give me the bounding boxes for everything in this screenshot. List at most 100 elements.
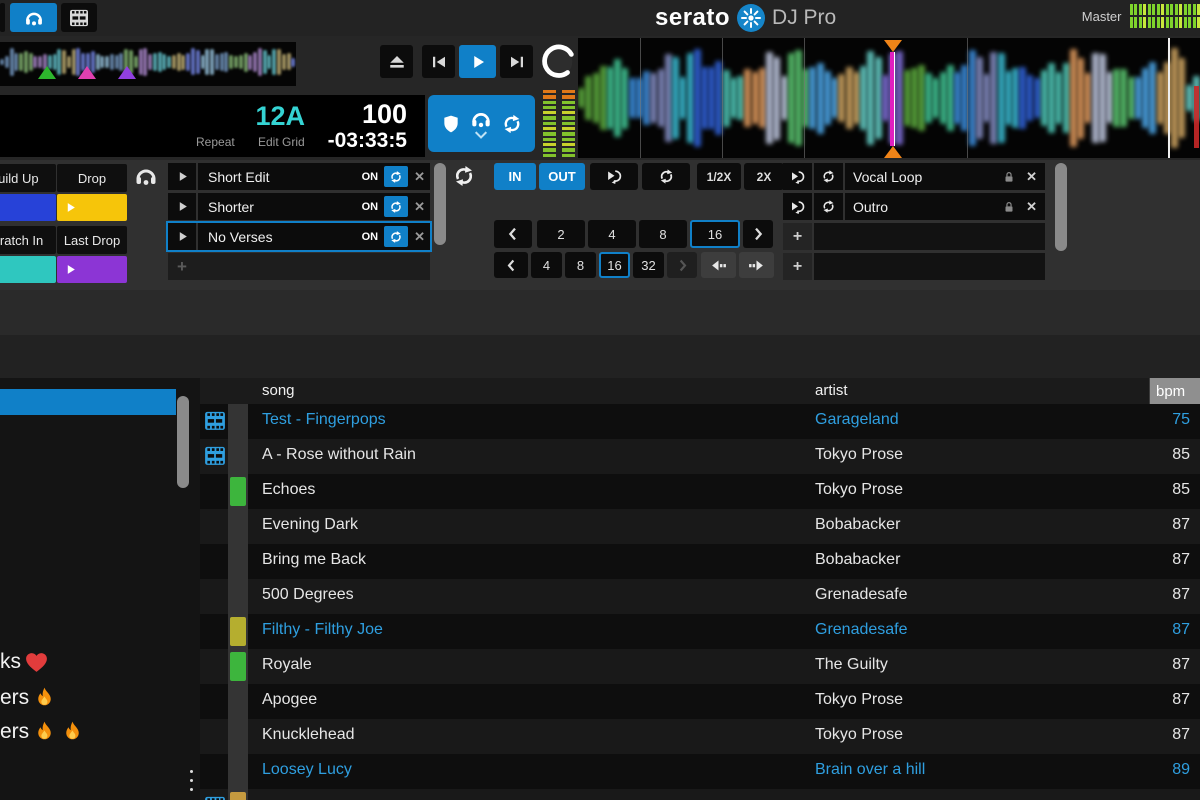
cue-monitor-control[interactable]	[470, 108, 492, 140]
table-row[interactable]: ApogeeTokyo Prose87	[200, 684, 1200, 719]
cue-pad-4[interactable]	[57, 256, 127, 283]
loop-slot-button[interactable]	[590, 163, 638, 190]
add-loop-button[interactable]: +	[783, 253, 812, 280]
loop-delete-button[interactable]: ✕	[414, 229, 425, 245]
beat-top-2[interactable]: 2	[537, 220, 585, 248]
beat-bottom-32[interactable]: 32	[633, 252, 664, 278]
loop-play-button[interactable]	[168, 223, 196, 250]
track-overview-waveform[interactable]	[0, 42, 296, 86]
table-row[interactable]	[200, 789, 1200, 800]
column-header-artist[interactable]: artist	[815, 382, 848, 399]
loop-sync-icon[interactable]	[452, 164, 476, 188]
cue-pad-1[interactable]	[0, 194, 56, 221]
crate-item[interactable]: ers	[0, 682, 57, 714]
loop-in-button[interactable]: IN	[494, 163, 536, 190]
table-row[interactable]: Loosey LucyBrain over a hill89	[200, 754, 1200, 789]
eject-button[interactable]	[380, 45, 413, 78]
column-header-bpm[interactable]: bpm	[1150, 378, 1200, 404]
beat-top-4[interactable]: 4	[588, 220, 636, 248]
color-tag-cell[interactable]	[228, 579, 248, 614]
table-row[interactable]: KnuckleheadTokyo Prose87	[200, 719, 1200, 754]
loop-delete-button[interactable]: ✕	[1026, 169, 1037, 185]
loop-sync-button[interactable]	[384, 226, 408, 247]
loop-out-button[interactable]: OUT	[539, 163, 585, 190]
video-toggle-button[interactable]	[61, 3, 97, 32]
play-loop-button[interactable]	[783, 193, 812, 220]
loop-double-button[interactable]: 2X	[744, 163, 784, 190]
crate-item[interactable]: ers	[0, 716, 85, 748]
play-button[interactable]	[459, 45, 496, 78]
repeat-label[interactable]: Repeat	[196, 135, 235, 149]
beat-shift-left-button[interactable]	[701, 252, 736, 278]
sidebar-scrollbar[interactable]	[177, 396, 189, 488]
loop-on-label[interactable]: ON	[362, 171, 379, 183]
reloop-button[interactable]	[814, 193, 843, 220]
column-header-song[interactable]: song	[262, 382, 295, 399]
beat-bottom-4[interactable]: 4	[531, 252, 562, 278]
saved-loop-right-row-2[interactable]: Outro✕	[783, 193, 1045, 220]
loop-delete-button[interactable]: ✕	[414, 169, 425, 185]
beat-top-16[interactable]: 16	[690, 220, 740, 248]
beat-shift-right-button[interactable]	[739, 252, 774, 278]
color-tag-cell[interactable]	[228, 439, 248, 474]
saved-loop-row-3[interactable]: No VersesON✕	[168, 223, 430, 250]
loop-half-button[interactable]: 1/2X	[697, 163, 741, 190]
beats-top-prev-button[interactable]	[494, 220, 532, 248]
table-row[interactable]: EchoesTokyo Prose85	[200, 474, 1200, 509]
table-row[interactable]: Filthy - Filthy JoeGrenadesafe87	[200, 614, 1200, 649]
edit-grid-label[interactable]: Edit Grid	[258, 135, 305, 149]
next-track-button[interactable]	[500, 45, 533, 78]
loop-sync-button[interactable]	[384, 166, 408, 187]
add-loop-row[interactable]: +	[783, 253, 1045, 280]
beat-bottom-16[interactable]: 16	[599, 252, 630, 278]
previous-track-button[interactable]	[422, 45, 455, 78]
loop-on-label[interactable]: ON	[362, 231, 379, 243]
add-loop-row[interactable]: +	[168, 253, 430, 280]
table-row[interactable]: Evening DarkBobabacker87	[200, 509, 1200, 544]
loop-sync-button[interactable]	[384, 196, 408, 217]
table-row[interactable]: Test - FingerpopsGarageland75	[200, 404, 1200, 439]
reloop-button[interactable]	[814, 163, 843, 190]
beat-bottom-8[interactable]: 8	[565, 252, 596, 278]
play-loop-button[interactable]	[783, 163, 812, 190]
beat-top-8[interactable]: 8	[639, 220, 687, 248]
add-loop-button[interactable]: +	[783, 223, 812, 250]
table-row[interactable]: Bring me BackBobabacker87	[200, 544, 1200, 579]
saved-loop-row-1[interactable]: Short EditON✕	[168, 163, 430, 190]
color-tag-cell[interactable]	[228, 509, 248, 544]
panel-resize-handle[interactable]	[190, 770, 193, 791]
cue-pad-3[interactable]	[0, 256, 56, 283]
shield-icon[interactable]	[441, 114, 461, 134]
saved-loop-right-row-1[interactable]: Vocal Loop✕	[783, 163, 1045, 190]
saved-loop-row-2[interactable]: ShorterON✕	[168, 193, 430, 220]
table-row[interactable]: 500 DegreesGrenadesafe87	[200, 579, 1200, 614]
table-row[interactable]: A - Rose without RainTokyo Prose85	[200, 439, 1200, 474]
loop-delete-button[interactable]: ✕	[414, 199, 425, 215]
beats-bottom-prev-button[interactable]	[494, 252, 528, 278]
color-tag-cell[interactable]	[228, 684, 248, 719]
loop-play-button[interactable]	[168, 163, 196, 190]
sync-icon[interactable]	[501, 113, 523, 135]
table-row[interactable]: RoyaleThe Guilty87	[200, 649, 1200, 684]
cue-headphone-toggle-button[interactable]	[10, 3, 57, 32]
lock-icon[interactable]	[1002, 170, 1016, 184]
add-loop-row[interactable]: +	[783, 223, 1045, 250]
filter-knob[interactable]	[540, 42, 578, 82]
loop-delete-button[interactable]: ✕	[1026, 199, 1037, 215]
color-tag-cell[interactable]	[228, 719, 248, 754]
lock-icon[interactable]	[1002, 200, 1016, 214]
main-spectral-waveform[interactable]	[578, 38, 1200, 158]
loop-on-label[interactable]: ON	[362, 201, 379, 213]
loops-right-scrollbar[interactable]	[1055, 163, 1067, 251]
color-tag-cell[interactable]	[228, 754, 248, 789]
color-tag-cell[interactable]	[228, 404, 248, 439]
reloop-button[interactable]	[642, 163, 690, 190]
loop-play-button[interactable]	[168, 193, 196, 220]
cue-pad-2[interactable]	[57, 194, 127, 221]
headphone-icon[interactable]	[134, 164, 158, 188]
beats-top-next-button[interactable]	[743, 220, 773, 248]
crate-item[interactable]: ks	[0, 646, 49, 678]
beats-bottom-next-button[interactable]	[667, 252, 697, 278]
loops-left-scrollbar[interactable]	[434, 163, 446, 245]
selected-crate-row[interactable]	[0, 389, 176, 415]
